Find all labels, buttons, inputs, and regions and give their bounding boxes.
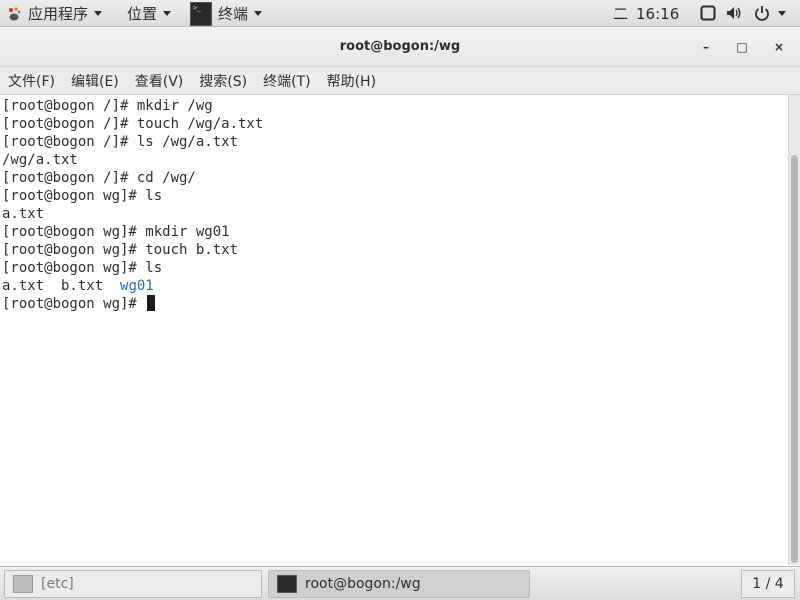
text-cursor [147, 295, 156, 311]
top-panel: 应用程序 位置 终端 二 16:16 [0, 0, 800, 27]
bottom-taskbar: [etc] root@bogon:/wg 1 / 4 [0, 566, 800, 600]
chevron-down-icon [163, 11, 172, 16]
chevron-down-icon [254, 11, 263, 16]
places-label: 位置 [127, 5, 158, 23]
menu-bar: 文件(F) 编辑(E) 查看(V) 搜索(S) 终端(T) 帮助(H) [0, 67, 800, 95]
maximize-button[interactable]: □ [734, 39, 750, 55]
terminal-line: [root@bogon /]# touch /wg/a.txt [2, 116, 264, 132]
terminal-output[interactable]: [root@bogon /]# mkdir /wg [root@bogon /]… [0, 95, 788, 565]
ls-files: a.txt b.txt [2, 278, 121, 294]
workspace-switcher[interactable]: 1 / 4 [741, 570, 795, 598]
chevron-down-icon [94, 11, 103, 16]
scrollbar-thumb[interactable] [791, 155, 798, 563]
taskbar-item-label: [etc] [41, 576, 74, 592]
ls-directory: wg01 [120, 278, 154, 294]
taskbar-item-etc[interactable]: [etc] [4, 570, 262, 598]
gnome-foot-icon [9, 6, 21, 20]
menu-edit[interactable]: 编辑(E) [71, 71, 119, 91]
terminal-line: [root@bogon /]# ls /wg/a.txt [2, 134, 239, 150]
terminal-icon [190, 1, 212, 26]
volume-icon[interactable] [726, 5, 742, 21]
terminal-line: [root@bogon /]# mkdir /wg [2, 98, 213, 114]
applications-menu[interactable]: 应用程序 [6, 0, 103, 27]
terminal-line: /wg/a.txt [2, 152, 78, 168]
window-icon [13, 575, 33, 593]
applications-label: 应用程序 [28, 5, 89, 23]
clock-time: 16:16 [636, 4, 680, 23]
terminal-line: [root@bogon wg]# mkdir wg01 [2, 224, 230, 240]
menu-search[interactable]: 搜索(S) [199, 71, 247, 91]
window-title: root@bogon:/wg [339, 39, 461, 54]
terminal-line: a.txt [2, 206, 45, 222]
terminal-line: [root@bogon /]# cd /wg/ [2, 170, 196, 186]
menu-view[interactable]: 查看(V) [135, 71, 184, 91]
clock[interactable]: 二 16:16 [613, 0, 679, 27]
taskbar-item-terminal[interactable]: root@bogon:/wg [268, 570, 530, 598]
scrollbar[interactable] [788, 95, 800, 565]
places-menu[interactable]: 位置 [127, 0, 172, 27]
clock-day: 二 [613, 5, 629, 23]
power-icon[interactable] [754, 5, 770, 21]
network-icon[interactable] [700, 5, 716, 21]
menu-terminal[interactable]: 终端(T) [263, 71, 310, 91]
terminal-ls-output: a.txt b.txt wg01 [2, 277, 154, 295]
close-button[interactable]: × [771, 39, 787, 55]
terminal-line: [root@bogon wg]# touch b.txt [2, 242, 239, 258]
terminal-line: [root@bogon wg]# ls [2, 188, 163, 204]
taskbar-item-label: root@bogon:/wg [305, 576, 421, 592]
menu-file[interactable]: 文件(F) [8, 71, 55, 91]
minimize-button[interactable]: – [698, 39, 714, 55]
terminal-prompt: [root@bogon wg]# [2, 296, 146, 312]
chevron-down-icon[interactable] [778, 11, 786, 16]
menu-help[interactable]: 帮助(H) [327, 71, 376, 91]
terminal-prompt-line: [root@bogon wg]# [2, 295, 156, 313]
window-titlebar[interactable]: root@bogon:/wg – □ × [0, 27, 800, 67]
terminal-window: root@bogon:/wg – □ × 文件(F) 编辑(E) 查看(V) 搜… [0, 27, 800, 565]
terminal-icon [277, 575, 297, 593]
terminal-line: [root@bogon wg]# ls [2, 260, 163, 276]
terminal-app-menu[interactable]: 终端 [190, 0, 268, 27]
terminal-app-label: 终端 [218, 5, 249, 23]
